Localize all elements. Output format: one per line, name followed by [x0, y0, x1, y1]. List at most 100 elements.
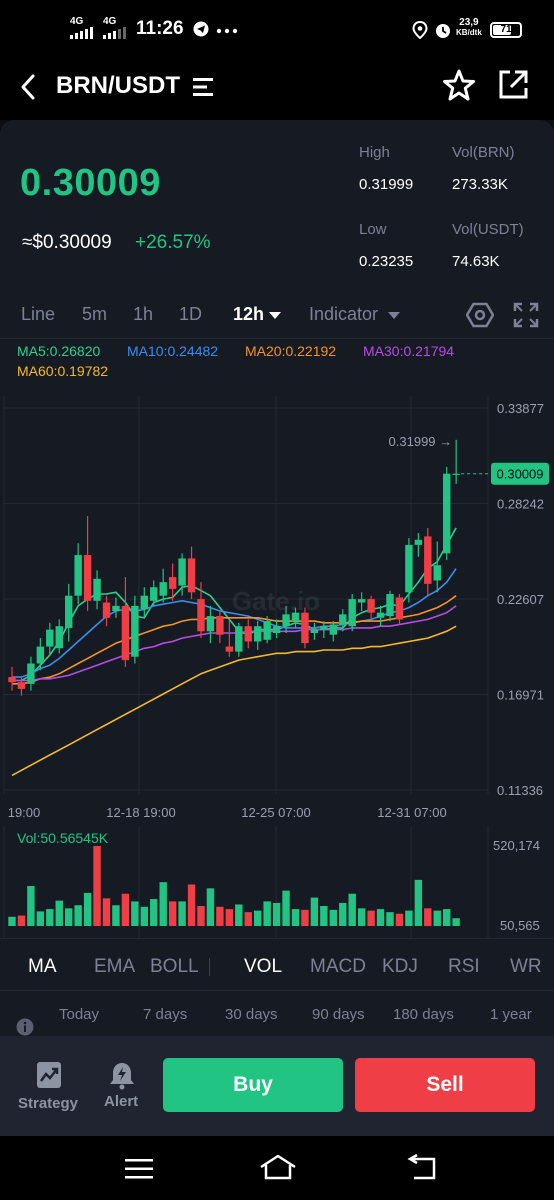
price-axis: 0.33877 0.28242 0.22607 0.16971 0.11336 — [497, 401, 544, 798]
volume-bar — [150, 899, 158, 926]
candle-body — [367, 599, 375, 613]
price-tick-label: 0.16971 — [497, 688, 544, 703]
candle-body — [291, 612, 300, 622]
candle-body — [17, 682, 26, 689]
info-icon[interactable] — [16, 1018, 34, 1036]
volume-bar — [178, 901, 186, 926]
header: BRN/USDT — [0, 58, 554, 120]
system-nav-bar — [0, 1136, 554, 1200]
pair-title[interactable]: BRN/USDT — [56, 72, 180, 100]
volume-bar — [357, 908, 366, 926]
period-30-days[interactable]: 30 days — [225, 1006, 278, 1023]
ma30-legend: MA30:0.21794 — [363, 343, 455, 359]
low-value: 0.23235 — [359, 253, 414, 270]
period-1-year[interactable]: 1 year — [490, 1006, 532, 1023]
candle-body — [112, 605, 120, 611]
candles — [8, 439, 460, 696]
buy-button[interactable]: Buy — [163, 1058, 343, 1112]
volume-bar — [443, 909, 451, 926]
menu-list-icon[interactable] — [192, 76, 216, 98]
sell-button[interactable]: Sell — [355, 1058, 535, 1112]
candle-body — [159, 582, 167, 596]
alert-bell-icon[interactable] — [108, 1060, 138, 1090]
candle-body — [376, 612, 385, 618]
period-7-days[interactable]: 7 days — [143, 1006, 187, 1023]
candlestick-chart[interactable]: Gate.io 0.33877 0.28242 0.22607 0.16971 0.11… — [0, 396, 554, 826]
status-bar: 4G 4G 11:26 23,9 KB/dtk 71 — [0, 0, 554, 58]
ma60-legend: MA60:0.19782 — [17, 363, 109, 379]
tab-5m[interactable]: 5m — [82, 304, 107, 325]
volume-bar — [93, 846, 101, 926]
tab-vol[interactable]: VOL — [244, 956, 282, 978]
tab-wr[interactable]: WR — [510, 956, 542, 978]
ma20-legend: MA20:0.22192 — [245, 343, 337, 359]
price-tick-label: 0.11336 — [497, 783, 543, 798]
high-label: High — [359, 144, 390, 161]
candle-body — [443, 473, 451, 554]
recent-apps-icon[interactable] — [124, 1157, 154, 1181]
strategy-label[interactable]: Strategy — [18, 1095, 78, 1112]
candle-body — [339, 614, 347, 625]
volume-bar — [329, 909, 337, 926]
period-180-days[interactable]: 180 days — [393, 1006, 454, 1023]
candle-body — [386, 594, 394, 617]
candle-body — [452, 473, 460, 475]
volume-bar — [291, 909, 300, 926]
share-icon[interactable] — [496, 68, 530, 102]
vol-brn-value: 273.33K — [452, 176, 508, 193]
chart-settings-icon[interactable] — [466, 302, 494, 328]
candle-body — [244, 626, 252, 642]
candle-body — [140, 595, 148, 610]
volume-bar — [140, 906, 148, 926]
tab-12h[interactable]: 12h — [233, 304, 264, 325]
time-tick-label: 12-25 07:00 — [241, 805, 310, 820]
tab-kdj[interactable]: KDJ — [382, 956, 418, 978]
tab-ma[interactable]: MA — [28, 956, 57, 978]
back-icon[interactable] — [16, 72, 40, 102]
volume-bar — [27, 886, 35, 926]
tab-1d[interactable]: 1D — [179, 304, 202, 325]
volume-bar — [121, 893, 130, 926]
candle-body — [55, 626, 63, 649]
indicator-dropdown[interactable]: Indicator — [309, 304, 378, 325]
candle-body — [36, 646, 45, 664]
star-icon[interactable] — [442, 68, 476, 102]
signal-label-2: 4G — [103, 16, 117, 27]
candle-body — [131, 605, 139, 657]
price-change: +26.57% — [135, 232, 211, 253]
candle-body — [254, 626, 262, 642]
tab-rsi[interactable]: RSI — [448, 956, 480, 978]
candle-body — [27, 663, 35, 684]
volume-bar — [376, 909, 385, 926]
period-today[interactable]: Today — [59, 1006, 99, 1023]
volume-bar — [112, 905, 120, 926]
alert-label[interactable]: Alert — [104, 1093, 138, 1110]
tab-macd[interactable]: MACD — [310, 956, 366, 978]
home-icon[interactable] — [258, 1153, 298, 1183]
candle-body — [263, 621, 271, 640]
price-tick-label: 0.22607 — [497, 592, 544, 607]
volume-bar — [65, 908, 73, 926]
back-nav-icon[interactable] — [406, 1153, 438, 1183]
strategy-icon[interactable] — [35, 1060, 65, 1090]
ma5-legend: MA5:0.26820 — [17, 343, 101, 359]
volume-bar — [282, 890, 290, 926]
tab-ema[interactable]: EMA — [94, 956, 135, 978]
volume-bar — [310, 897, 319, 926]
signal-label-1: 4G — [70, 16, 84, 27]
time-tick-label: 12-31 07:00 — [377, 805, 446, 820]
volume-bar — [254, 910, 262, 926]
volume-bar — [348, 893, 356, 926]
price-tick-label: 0.28242 — [497, 497, 544, 512]
tab-boll[interactable]: BOLL — [150, 956, 199, 978]
volume-bar — [46, 909, 54, 926]
volume-bar — [131, 901, 139, 926]
clock: 11:26 — [136, 18, 184, 39]
candle-body — [168, 577, 177, 589]
tab-1h[interactable]: 1h — [133, 304, 153, 325]
tab-line[interactable]: Line — [21, 304, 55, 325]
fullscreen-icon[interactable] — [513, 302, 539, 328]
candle-body — [405, 544, 413, 593]
ma60-line — [11, 625, 457, 777]
period-90-days[interactable]: 90 days — [312, 1006, 365, 1023]
